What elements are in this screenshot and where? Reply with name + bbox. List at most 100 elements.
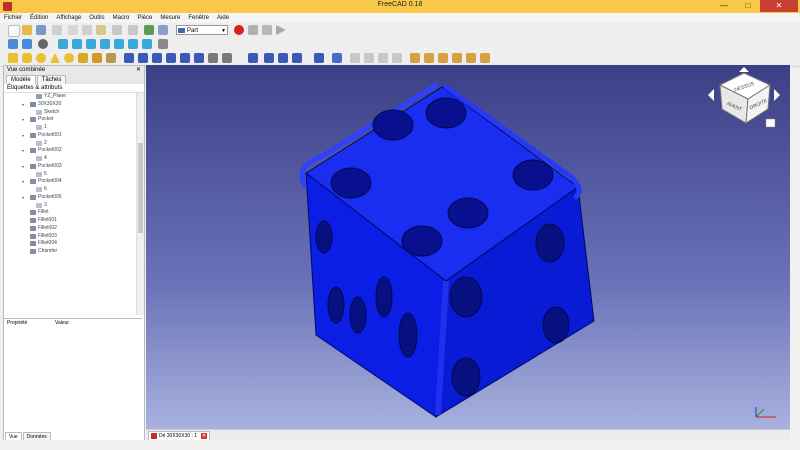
model-tree[interactable]: YZ_Plane ▾ 30X30X30 Sketch ▾ Pocket 1 ▾ Pocket00… <box>4 93 136 315</box>
tree-item[interactable]: 5 <box>4 171 136 179</box>
tree-expand-icon[interactable]: ▾ <box>22 132 24 140</box>
tree-expand-icon[interactable]: ▾ <box>22 147 24 155</box>
menu-mesure[interactable]: Mesure <box>156 13 184 23</box>
fuse-icon[interactable] <box>278 53 288 63</box>
left-view-icon[interactable] <box>142 39 152 49</box>
measure-clear-icon[interactable] <box>452 53 462 63</box>
ruled-surface-icon[interactable] <box>208 53 218 63</box>
tree-item[interactable]: ▾ Pocket001 <box>4 132 136 140</box>
copy-icon[interactable] <box>82 25 92 35</box>
revolve-icon[interactable] <box>138 53 148 63</box>
chamfer-icon[interactable] <box>180 53 190 63</box>
cylinder-primitive-icon[interactable] <box>22 53 32 63</box>
rotate-left-arrow-icon[interactable] <box>708 89 714 101</box>
tab-modele[interactable]: Modèle <box>6 75 36 84</box>
tree-expand-icon[interactable]: ▾ <box>22 163 24 171</box>
boolean-icon[interactable] <box>248 53 258 63</box>
workbench-selector[interactable]: Part ▼ <box>176 25 228 35</box>
tree-item[interactable]: 1 <box>4 124 136 132</box>
tree-item[interactable]: 4 <box>4 155 136 163</box>
tree-item[interactable]: 6 <box>4 186 136 194</box>
refresh-icon[interactable] <box>144 25 154 35</box>
rear-view-icon[interactable] <box>114 39 124 49</box>
tree-item[interactable]: ▾ Pocket003 <box>4 163 136 171</box>
record-macro-icon[interactable] <box>234 25 244 35</box>
rotate-up-arrow-icon[interactable] <box>739 67 749 72</box>
section-icon[interactable] <box>378 53 388 63</box>
measure-toggle-3d-icon[interactable] <box>466 53 476 63</box>
mirror-icon[interactable] <box>152 53 162 63</box>
front-view-icon[interactable] <box>72 39 82 49</box>
split-features-icon[interactable] <box>332 53 342 63</box>
isometric-view-icon[interactable] <box>58 39 68 49</box>
menu-outils[interactable]: Outils <box>85 13 108 23</box>
tree-item[interactable]: Fillet004 <box>4 240 136 248</box>
tree-item[interactable]: 2 <box>4 140 136 148</box>
redo-icon[interactable] <box>128 25 138 35</box>
tree-expand-icon[interactable]: ▾ <box>22 194 24 202</box>
tree-item[interactable]: ▾ 30X30X30 <box>4 101 136 109</box>
play-macro-icon[interactable] <box>276 25 286 35</box>
paste-icon[interactable] <box>96 25 106 35</box>
menu-fichier[interactable]: Fichier <box>0 13 26 23</box>
tree-item[interactable]: Sketch <box>4 109 136 117</box>
tree-item[interactable]: ▾ Pocket005 <box>4 194 136 202</box>
menu-aide[interactable]: Aide <box>213 13 233 23</box>
cone-primitive-icon[interactable] <box>50 53 60 63</box>
menu-fenetre[interactable]: Fenêtre <box>184 13 213 23</box>
cut-icon[interactable] <box>68 25 78 35</box>
extrude-icon[interactable] <box>124 53 134 63</box>
draw-style-icon[interactable] <box>38 39 48 49</box>
right-view-icon[interactable] <box>100 39 110 49</box>
tab-taches[interactable]: Tâches <box>36 75 67 84</box>
tree-item[interactable]: ▾ Pocket002 <box>4 147 136 155</box>
menu-piece[interactable]: Pièce <box>133 13 156 23</box>
stop-macro-icon[interactable] <box>248 25 258 35</box>
navigation-cube[interactable]: DESSUS AVANT DROITE <box>704 67 784 135</box>
tree-expand-icon[interactable]: ▾ <box>22 116 24 124</box>
primitives-icon[interactable] <box>92 53 102 63</box>
close-document-icon[interactable]: ✕ <box>201 433 208 439</box>
whats-this-icon[interactable] <box>158 25 168 35</box>
menu-affichage[interactable]: Affichage <box>52 13 85 23</box>
save-icon[interactable] <box>36 25 46 35</box>
tree-item[interactable]: YZ_Plane <box>4 93 136 101</box>
tree-item[interactable]: Chamfer <box>4 248 136 256</box>
die-model-canvas[interactable] <box>146 65 790 429</box>
make-face-icon[interactable] <box>194 53 204 63</box>
tree-item[interactable]: ▾ Pocket <box>4 116 136 124</box>
undo-icon[interactable] <box>112 25 122 35</box>
cut-boolean-icon[interactable] <box>264 53 274 63</box>
tree-item[interactable]: 3 <box>4 202 136 210</box>
nav-cube-menu-icon[interactable] <box>765 118 776 128</box>
measure-angular-icon[interactable] <box>424 53 434 63</box>
menu-edition[interactable]: Édition <box>26 13 52 23</box>
torus-primitive-icon[interactable] <box>64 53 74 63</box>
cross-sections-icon[interactable] <box>392 53 402 63</box>
measure-linear-icon[interactable] <box>410 53 420 63</box>
check-geometry-icon[interactable] <box>350 53 360 63</box>
tree-item[interactable]: ▾ Pocket004 <box>4 178 136 186</box>
maximize-button[interactable]: □ <box>736 0 760 12</box>
cube-primitive-icon[interactable] <box>8 53 18 63</box>
bottom-view-icon[interactable] <box>128 39 138 49</box>
tube-primitive-icon[interactable] <box>78 53 88 63</box>
measure-toggle-delta-icon[interactable] <box>480 53 490 63</box>
combo-view-close-button[interactable]: ✕ <box>136 66 141 75</box>
loft-icon[interactable] <box>222 53 232 63</box>
minimize-button[interactable]: — <box>712 0 736 12</box>
common-icon[interactable] <box>292 53 302 63</box>
tree-item[interactable]: Fillet003 <box>4 233 136 241</box>
rotate-right-arrow-icon[interactable] <box>774 89 780 101</box>
open-folder-icon[interactable] <box>22 25 32 35</box>
tree-item[interactable]: Fillet001 <box>4 217 136 225</box>
macro-list-icon[interactable] <box>262 25 272 35</box>
join-features-icon[interactable] <box>314 53 324 63</box>
fit-all-icon[interactable] <box>8 39 18 49</box>
fillet-icon[interactable] <box>166 53 176 63</box>
3d-viewport[interactable]: DESSUS AVANT DROITE <box>146 65 790 429</box>
close-button[interactable]: ✕ <box>760 0 798 12</box>
tree-expand-icon[interactable]: ▾ <box>22 178 24 186</box>
menu-macro[interactable]: Macro <box>109 13 134 23</box>
measure-refresh-icon[interactable] <box>438 53 448 63</box>
